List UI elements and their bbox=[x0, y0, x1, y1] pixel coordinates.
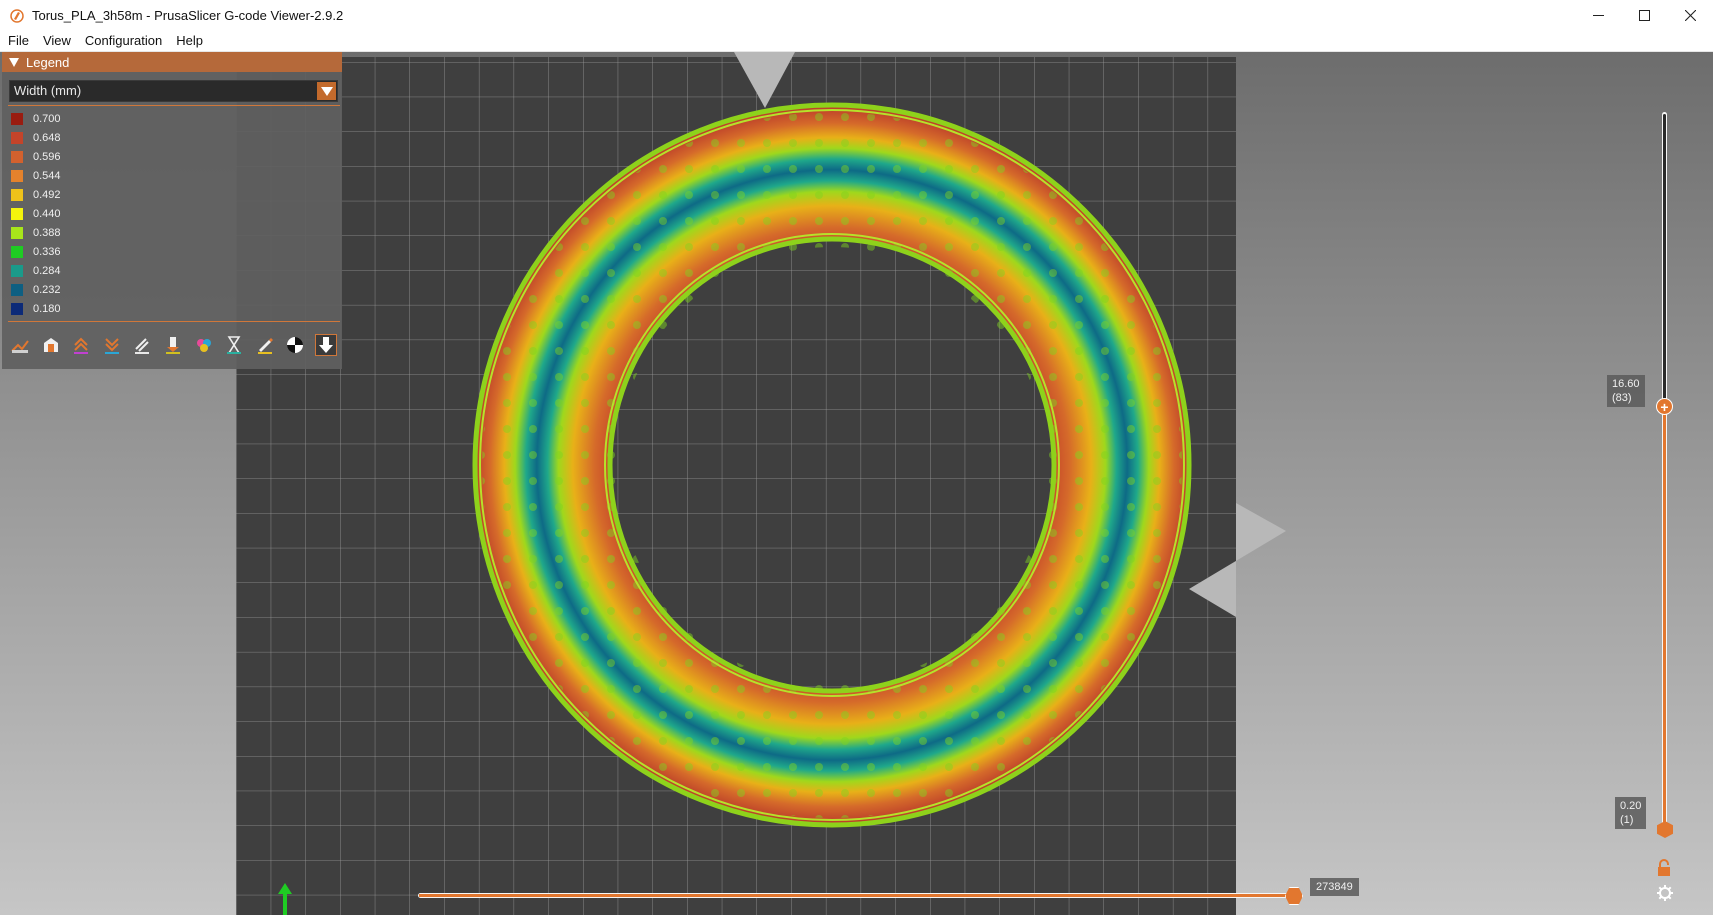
center-of-gravity-icon bbox=[287, 337, 304, 353]
divider bbox=[8, 321, 340, 322]
close-icon bbox=[1684, 10, 1696, 21]
collapse-triangle-icon bbox=[9, 57, 19, 67]
moves-slider-range bbox=[419, 894, 1292, 897]
legend-swatch bbox=[11, 131, 23, 144]
legend-swatch bbox=[11, 302, 23, 315]
legend-value: 0.700 bbox=[33, 112, 61, 125]
seams-icon bbox=[135, 338, 150, 354]
lower-layer-height: 0.20 bbox=[1620, 800, 1642, 812]
custom-gcodes-icon bbox=[257, 338, 273, 354]
travel-icon bbox=[11, 340, 29, 353]
wipe-icon bbox=[43, 338, 58, 352]
tool-marker-icon bbox=[318, 337, 333, 353]
window-title: Torus_PLA_3h58m - PrusaSlicer G-code Vie… bbox=[32, 8, 344, 23]
upper-layer-height: 16.60 bbox=[1612, 378, 1640, 390]
lower-layer-label: 0.20 (1) bbox=[1615, 797, 1647, 829]
legend-item: 0.232 bbox=[11, 280, 61, 299]
seams-toggle[interactable] bbox=[131, 334, 153, 356]
legend-item: 0.440 bbox=[11, 204, 61, 223]
legend-value: 0.388 bbox=[33, 226, 61, 239]
legend-swatch bbox=[11, 169, 23, 182]
pause-prints-icon bbox=[227, 336, 242, 354]
retractions-toggle[interactable] bbox=[70, 334, 92, 356]
color-changes-toggle[interactable] bbox=[193, 334, 215, 356]
minimize-button[interactable] bbox=[1575, 0, 1621, 31]
deretractions-icon bbox=[104, 338, 119, 354]
lower-layer-number: (1) bbox=[1620, 814, 1634, 826]
deretractions-toggle[interactable] bbox=[101, 334, 123, 356]
retractions-icon bbox=[74, 337, 89, 354]
upper-layer-number: (83) bbox=[1612, 392, 1632, 404]
legend-swatch bbox=[11, 264, 23, 277]
legend-panel: Legend Width (mm) 0.700 0.648 0.596 0.54… bbox=[2, 52, 342, 369]
legend-item: 0.700 bbox=[11, 109, 61, 128]
menu-file[interactable]: File bbox=[0, 31, 36, 51]
tool-changes-toggle[interactable] bbox=[162, 334, 184, 356]
minimize-icon bbox=[1592, 15, 1604, 16]
maximize-button[interactable] bbox=[1621, 0, 1667, 31]
plus-icon: + bbox=[1660, 398, 1669, 415]
menu-view[interactable]: View bbox=[36, 31, 78, 51]
legend-item: 0.180 bbox=[11, 299, 61, 318]
legend-swatch bbox=[11, 188, 23, 201]
legend-swatch bbox=[11, 150, 23, 163]
view-type-select[interactable]: Width (mm) bbox=[9, 80, 338, 102]
view-type-value: Width (mm) bbox=[14, 83, 82, 98]
color-changes-icon bbox=[196, 339, 211, 352]
upper-layer-label: 16.60 (83) bbox=[1607, 375, 1645, 407]
legend-value: 0.440 bbox=[33, 207, 61, 220]
center-of-gravity-toggle[interactable] bbox=[284, 334, 306, 356]
pause-prints-toggle[interactable] bbox=[223, 334, 245, 356]
legend-value: 0.544 bbox=[33, 169, 61, 182]
legend-swatch bbox=[11, 245, 23, 258]
tool-changes-icon bbox=[165, 337, 180, 354]
close-button[interactable] bbox=[1667, 0, 1713, 31]
legend-item: 0.544 bbox=[11, 166, 61, 185]
layer-slider-range bbox=[1663, 406, 1666, 831]
divider bbox=[8, 105, 340, 106]
legend-item: 0.284 bbox=[11, 261, 61, 280]
moves-slider-label: 273849 bbox=[1310, 878, 1359, 896]
legend-value: 0.232 bbox=[33, 283, 61, 296]
legend-value: 0.284 bbox=[33, 264, 61, 277]
menu-configuration[interactable]: Configuration bbox=[78, 31, 169, 51]
legend-item: 0.596 bbox=[11, 147, 61, 166]
legend-value: 0.596 bbox=[33, 150, 61, 163]
dropdown-arrow-icon[interactable] bbox=[317, 82, 336, 100]
legend-swatch bbox=[11, 283, 23, 296]
layer-slider-upper-thumb[interactable]: + bbox=[1656, 398, 1673, 415]
layer-slider-upper-track bbox=[1663, 114, 1666, 404]
maximize-icon bbox=[1638, 10, 1650, 21]
option-toolbar bbox=[9, 334, 346, 356]
legend-swatch bbox=[11, 112, 23, 125]
wipe-toggle[interactable] bbox=[40, 334, 62, 356]
lock-icon[interactable] bbox=[1656, 859, 1672, 877]
legend-header[interactable]: Legend bbox=[2, 52, 342, 72]
legend-swatch bbox=[11, 226, 23, 239]
legend-value: 0.336 bbox=[33, 245, 61, 258]
title-bar: Torus_PLA_3h58m - PrusaSlicer G-code Vie… bbox=[0, 0, 1713, 31]
tool-marker-toggle[interactable] bbox=[314, 334, 337, 356]
gear-icon[interactable] bbox=[1656, 884, 1674, 902]
travel-toggle[interactable] bbox=[9, 334, 31, 356]
legend-value: 0.492 bbox=[33, 188, 61, 201]
legend-items: 0.700 0.648 0.596 0.544 0.492 0.440 0.38… bbox=[11, 109, 61, 318]
prusaslicer-app-icon bbox=[10, 8, 24, 23]
menu-help[interactable]: Help bbox=[169, 31, 210, 51]
legend-item: 0.648 bbox=[11, 128, 61, 147]
legend-item: 0.388 bbox=[11, 223, 61, 242]
legend-value: 0.180 bbox=[33, 302, 61, 315]
legend-item: 0.492 bbox=[11, 185, 61, 204]
menu-bar: File View Configuration Help bbox=[0, 31, 1713, 52]
legend-swatch bbox=[11, 207, 23, 220]
custom-gcodes-toggle[interactable] bbox=[254, 334, 276, 356]
legend-title: Legend bbox=[26, 54, 70, 70]
y-axis-arrow-icon bbox=[278, 883, 292, 915]
legend-value: 0.648 bbox=[33, 131, 61, 144]
legend-item: 0.336 bbox=[11, 242, 61, 261]
